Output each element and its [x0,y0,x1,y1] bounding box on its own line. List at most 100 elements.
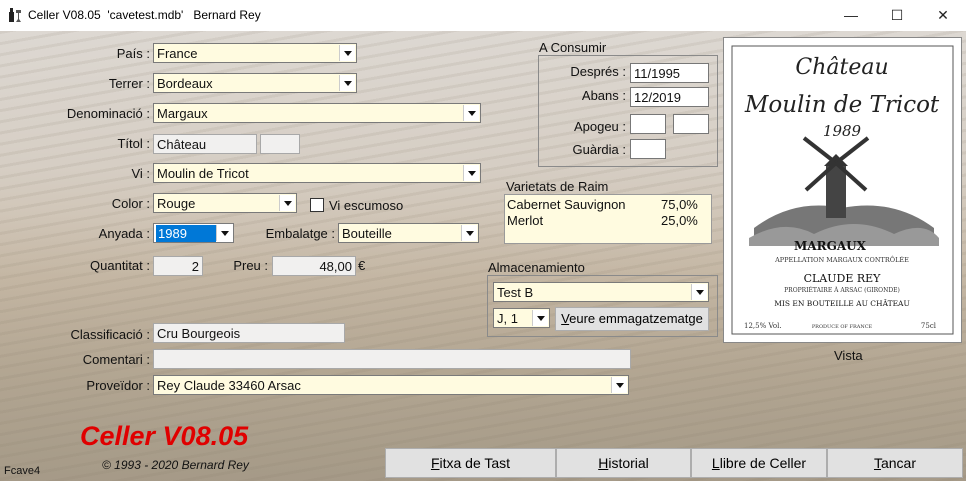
anyada-label: Anyada : [98,226,150,241]
preu-label: Preu : [233,258,268,273]
chevron-down-icon[interactable] [532,310,548,326]
varietat-pct: 25,0% [661,213,698,228]
vi-select[interactable]: Moulin de Tricot [153,163,481,183]
varietat-name: Cabernet Sauvignon [507,197,626,212]
denominacio-select[interactable]: Margaux [153,103,481,123]
comentari-field[interactable] [153,349,631,369]
close-icon: ✕ [937,7,949,23]
llibre-de-celler-button[interactable]: Llibre de Celler [691,448,827,478]
apogeu-field-2[interactable] [673,114,709,134]
vi-label: Vi : [131,166,150,181]
maximize-button[interactable]: ☐ [874,0,920,31]
position-value: J, 1 [497,311,518,326]
preu-field[interactable]: 48,00 [272,256,356,276]
guardia-field[interactable] [630,139,666,159]
pais-label: País : [116,46,150,61]
button-label-rest: itxa de Tast [439,455,511,471]
terrer-select[interactable]: Bordeaux [153,73,357,93]
quantitat-field[interactable]: 2 [153,256,203,276]
varietats-title: Varietats de Raim [506,179,609,194]
classificacio-field[interactable]: Cru Bourgeois [153,323,345,343]
list-item[interactable]: Cabernet Sauvignon 75,0% [507,197,698,212]
proveidor-select[interactable]: Rey Claude 33460 Arsac [153,375,629,395]
vi-escumoso-label: Vi escumoso [329,198,404,213]
abans-label: Abans : [581,88,626,103]
label-volume: 12,5% Vol. [744,322,782,330]
chevron-down-icon[interactable] [216,225,232,241]
despres-field[interactable]: 11/1995 [630,63,709,83]
chevron-down-icon[interactable] [691,284,707,300]
historial-button[interactable]: Historial [556,448,691,478]
despres-label: Després : [570,64,626,79]
maximize-icon: ☐ [890,7,904,23]
mnemonic: V [561,311,570,326]
denominacio-label: Denominació : [66,106,150,121]
label-owner: CLAUDE REY [804,272,882,285]
almacenamiento-title: Almacenamiento [488,260,585,275]
button-label-rest: libre de Celler [719,455,807,471]
vi-escumoso-checkbox[interactable] [310,198,324,212]
mnemonic: T [873,455,881,471]
color-select[interactable]: Rouge [153,193,297,213]
main-form: País : France Terrer : Bordeaux Denomina… [0,31,966,481]
pais-select[interactable]: France [153,43,357,63]
comentari-label: Comentari : [82,352,150,367]
label-origin: PRODUCE OF FRANCE [812,324,873,330]
label-owner-sub: PROPRIÉTAIRE À ARSAC (GIRONDE) [784,286,900,294]
chevron-down-icon[interactable] [279,195,295,211]
varietats-list[interactable]: Cabernet Sauvignon 75,0% Merlot 25,0% [504,194,712,244]
location-value: Test B [497,285,534,300]
varietat-name: Merlot [507,213,544,228]
label-line1: Château [795,55,888,80]
chevron-down-icon[interactable] [463,165,479,181]
label-line2: Moulin de Tricot [744,92,940,118]
chevron-down-icon[interactable] [611,377,627,393]
location-select[interactable]: Test B [493,282,709,302]
varietat-pct: 75,0% [661,197,698,212]
proveidor-label: Proveïdor : [86,378,150,393]
apogeu-label: Apogeu : [573,119,626,134]
pais-value: France [157,46,198,61]
titol-field[interactable]: Château [153,134,257,154]
chevron-down-icon[interactable] [463,105,479,121]
terrer-value: Bordeaux [157,76,213,91]
windmill-icon [749,136,939,246]
form-id: Fcave4 [4,465,41,477]
list-item[interactable]: Merlot 25,0% [507,213,698,228]
minimize-button[interactable]: — [828,0,874,31]
mnemonic: H [598,455,609,471]
embalatge-label: Embalatge : [265,226,335,241]
anyada-select[interactable]: 1989 [153,223,234,243]
fitxa-de-tast-button[interactable]: Fitxa de Tast [385,448,556,478]
wine-label-image: Château Moulin de Tricot 1989 MARGAUX AP… [723,37,962,343]
abans-field[interactable]: 12/2019 [630,87,709,107]
a-consumir-title: A Consumir [539,40,607,55]
titol-suffix-field[interactable] [260,134,300,154]
quantitat-label: Quantitat : [90,258,150,273]
mnemonic: L [711,455,720,471]
chevron-down-icon[interactable] [339,75,355,91]
vista-label: Vista [834,348,863,363]
position-select[interactable]: J, 1 [493,308,550,328]
embalatge-select[interactable]: Bouteille [338,223,479,243]
currency-label: € [358,258,366,273]
veure-emmagatzematge-button[interactable]: Veure emmagatzematge [555,307,709,331]
minimize-icon: — [844,7,858,23]
label-appellation: MARGAUX [794,239,867,253]
title-bar: Celler V08.05 'cavetest.mdb' Bernard Rey… [0,0,966,31]
vi-value: Moulin de Tricot [157,166,249,181]
classificacio-label: Classificació : [70,327,150,342]
color-value: Rouge [157,196,196,211]
anyada-value: 1989 [156,225,216,242]
mnemonic: F [430,455,440,471]
chevron-down-icon[interactable] [461,225,477,241]
proveidor-value: Rey Claude 33460 Arsac [157,378,301,393]
button-label-rest: eure emmagatzematge [569,311,703,326]
apogeu-field-1[interactable] [630,114,666,134]
chevron-down-icon[interactable] [339,45,355,61]
tancar-button[interactable]: Tancar [827,448,963,478]
close-button[interactable]: ✕ [920,0,966,31]
label-appellation-sub: APPELLATION MARGAUX CONTRÔLÉE [774,255,909,264]
wine-label-illustration: Château Moulin de Tricot 1989 MARGAUX AP… [731,45,954,335]
app-brand: Celler V08.05 [80,421,249,451]
